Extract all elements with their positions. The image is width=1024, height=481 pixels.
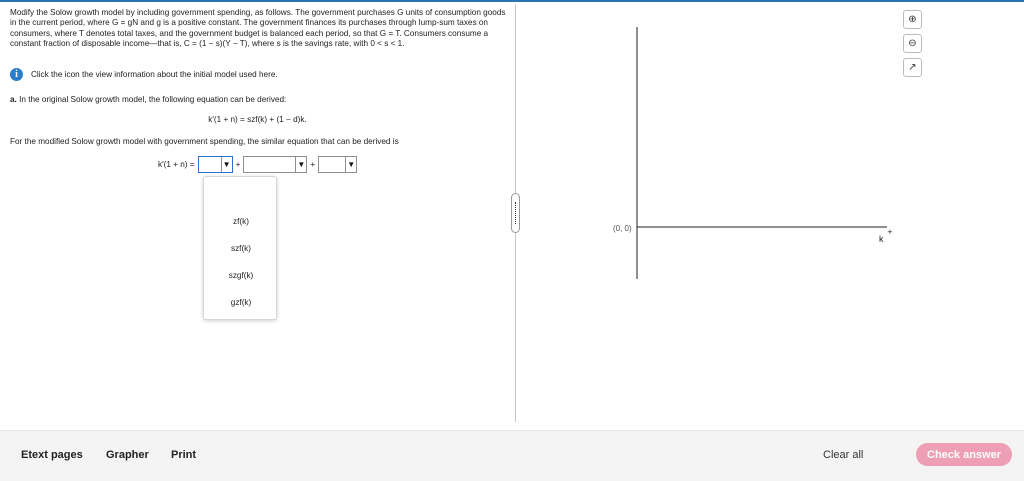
x-axis-arrow-icon: + xyxy=(887,228,893,236)
problem-statement: Modify the Solow growth model by includi… xyxy=(10,8,506,49)
zoom-in-icon[interactable]: ⊕ xyxy=(903,10,922,29)
zoom-out-icon[interactable]: ⊖ xyxy=(903,34,922,53)
info-icon[interactable]: i xyxy=(10,67,23,81)
info-text: Click the icon the view information abou… xyxy=(31,69,278,79)
plus-sign: + xyxy=(310,159,316,169)
etext-pages-link[interactable]: Etext pages xyxy=(21,449,83,461)
original-equation: k′(1 + n) = szf(k) + (1 − d)k. xyxy=(208,115,307,124)
footer-bar: Etext pages Grapher Print Clear all Chec… xyxy=(0,430,1024,481)
chevron-down-icon: ▼ xyxy=(295,156,306,172)
chevron-down-icon: ▼ xyxy=(345,156,356,172)
modified-model-text: For the modified Solow growth model with… xyxy=(10,137,399,146)
part-label: a. xyxy=(10,95,17,104)
clear-all-button[interactable]: Clear all xyxy=(823,449,863,461)
answer-dropdown-2[interactable]: ▼ xyxy=(243,155,308,173)
part-description: In the original Solow growth model, the … xyxy=(19,95,287,104)
answer-dropdown-1[interactable]: ▼ xyxy=(197,155,233,173)
chevron-down-icon: ▼ xyxy=(220,156,232,172)
answer-dropdown-3[interactable]: ▼ xyxy=(318,155,358,173)
plus-sign: + xyxy=(235,159,241,169)
check-answer-button[interactable]: Check answer xyxy=(916,443,1012,466)
equation-lhs: k′(1 + n) = xyxy=(158,159,195,169)
info-row: i Click the icon the view information ab… xyxy=(10,67,278,81)
part-a-text: a. In the original Solow growth model, t… xyxy=(10,95,286,104)
dropdown-option-szfk[interactable]: szf(k) xyxy=(204,244,278,253)
dropdown-options-menu: zf(k) szf(k) szgf(k) gzf(k) xyxy=(203,176,277,320)
grapher-link[interactable]: Grapher xyxy=(106,449,149,461)
modified-equation: k′(1 + n) = ▼ + ▼ + ▼ xyxy=(158,155,358,173)
graph-area[interactable]: (0, 0) k + xyxy=(520,4,1024,422)
popout-icon[interactable]: ↗ xyxy=(903,58,922,77)
dropdown-option-zfk[interactable]: zf(k) xyxy=(204,217,278,226)
dropdown-option-szgfk[interactable]: szgf(k) xyxy=(204,271,278,280)
print-link[interactable]: Print xyxy=(171,449,196,461)
x-axis-label: k xyxy=(879,234,884,244)
origin-label: (0, 0) xyxy=(613,224,632,233)
dropdown-option-gzfk[interactable]: gzf(k) xyxy=(204,298,278,307)
pane-resize-handle[interactable] xyxy=(511,193,520,233)
